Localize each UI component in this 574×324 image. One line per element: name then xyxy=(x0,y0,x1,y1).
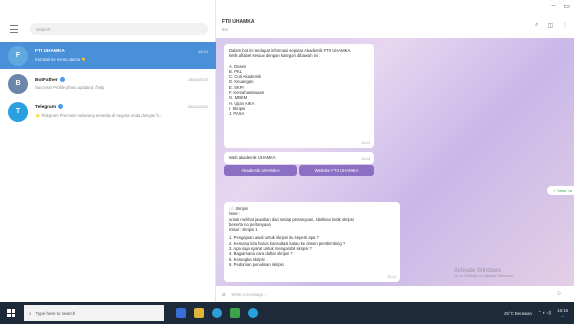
attach-icon[interactable]: ⌀ xyxy=(222,291,226,298)
tray-icons[interactable]: ⌃ ◐ ◁) xyxy=(538,310,551,316)
chat-header: FTII UHAMKA bot ⌕ ◫ ⋮ xyxy=(216,12,574,38)
verified-icon xyxy=(59,76,65,82)
avatar: F xyxy=(8,45,28,66)
intro-message: Dalam bot ini terdapat informasi seputar… xyxy=(224,44,374,148)
more-options-icon[interactable]: ⋮ xyxy=(562,22,568,29)
search-icon: ⌕ xyxy=(29,310,32,316)
edge-icon[interactable] xyxy=(212,308,222,318)
website-fti-button[interactable]: Website FTII UHAMKA xyxy=(299,165,374,176)
taskbar-search-input[interactable]: ⌕ Type here to search xyxy=(24,305,164,321)
message-line: J. PASA xyxy=(229,111,245,117)
emoji-icon[interactable]: ☺ xyxy=(556,291,562,297)
search-input[interactable]: Search xyxy=(30,23,208,35)
avatar: B xyxy=(8,73,28,94)
outgoing-message: ✓ hese, ur xyxy=(547,186,574,195)
message-time: 15:14 xyxy=(361,140,370,145)
chat-item-telegram[interactable]: T Telegram 28/12/2022 ⭐ Telegram Premium… xyxy=(0,98,216,125)
task-view-icon[interactable] xyxy=(176,308,186,318)
chat-text: FTI UHAMKA 15:14 Kembali ke menu utama 👇 xyxy=(35,49,208,63)
chat-subtitle: bot xyxy=(222,27,228,32)
skripsi-message: 📄 Skripsi Note : untuk melihat jawaban d… xyxy=(224,202,400,282)
chat-name-text: BotFather xyxy=(35,77,58,83)
message-time: 15:14 xyxy=(387,274,396,279)
message-input-bar: ⌀ Write a message... ☺ xyxy=(216,286,574,302)
chat-name-text: Telegram xyxy=(35,104,56,110)
sidebar-toggle-icon[interactable]: ◫ xyxy=(547,22,553,29)
message-input[interactable]: Write a message... xyxy=(232,292,556,297)
search-icon[interactable]: ⌕ xyxy=(535,22,538,29)
chat-preview: ⭐ Telegram Premium sekarang tersedia di … xyxy=(35,112,163,118)
message-area[interactable]: Dalam bot ini terdapat informasi seputar… xyxy=(216,38,574,286)
watermark-subtitle: Go to Settings to activate Windows. xyxy=(454,274,514,278)
chat-time: 28/12/2022 xyxy=(187,104,208,110)
message-time: 15:14 xyxy=(361,156,370,161)
chat-time: 28/04/2022 xyxy=(187,76,208,82)
hamburger-menu-icon[interactable] xyxy=(8,24,20,34)
chat-preview: Success! Profile photo updated. /help xyxy=(35,85,105,91)
chat-name: FTI UHAMKA xyxy=(35,48,65,54)
taskbar-search-placeholder: Type here to search xyxy=(35,310,76,316)
chat-item-fti-uhamka[interactable]: F FTI UHAMKA 15:14 Kembali ke menu utama… xyxy=(0,42,216,69)
chat-text: BotFather 28/04/2022 Success! Profile ph… xyxy=(35,76,208,91)
chat-name: BotFather xyxy=(35,76,65,83)
chat-item-botfather[interactable]: B BotFather 28/04/2022 Success! Profile … xyxy=(0,70,216,97)
avatar: T xyxy=(8,101,28,122)
taskbar-apps xyxy=(176,308,258,318)
sidebar-search-row: Search xyxy=(8,22,208,36)
activate-windows-watermark: Activate Windows Go to Settings to activ… xyxy=(454,268,514,278)
verified-icon xyxy=(57,104,63,110)
header-actions: ⌕ ◫ ⋮ xyxy=(535,22,568,29)
chat-sidebar: Search F FTI UHAMKA 15:14 Kembali ke men… xyxy=(0,0,216,302)
chat-text: Telegram 28/12/2022 ⭐ Telegram Premium s… xyxy=(35,104,208,119)
file-explorer-icon[interactable] xyxy=(194,308,204,318)
clock-date: ... xyxy=(560,313,565,318)
chrome-icon[interactable] xyxy=(230,308,240,318)
telegram-icon[interactable] xyxy=(248,308,258,318)
clock[interactable]: 15:15 ... xyxy=(557,308,568,318)
link-reply-message: Web akademik UHAMKA 15:14 xyxy=(224,152,374,164)
inline-keyboard: Akademik UHAMKA Website FTII UHAMKA xyxy=(224,165,374,176)
chat-name: Telegram xyxy=(35,104,63,110)
chat-time: 15:14 xyxy=(197,48,208,54)
chat-preview: Kembali ke menu utama 👇 xyxy=(35,56,87,62)
windows-taskbar: ⌕ Type here to search 25°C Berawan ⌃ ◐ ◁… xyxy=(0,302,574,324)
message-text: Web akademik UHAMKA xyxy=(229,155,276,160)
weather-text[interactable]: 25°C Berawan xyxy=(504,311,532,316)
windows-start-icon[interactable] xyxy=(0,302,22,324)
chat-panel: FTII UHAMKA bot ⌕ ◫ ⋮ Dalam bot ini terd… xyxy=(216,0,574,302)
system-tray: 25°C Berawan ⌃ ◐ ◁) 15:15 ... xyxy=(504,308,574,318)
message-line: 6. Pedoman penulisan skripsi xyxy=(229,261,284,267)
chat-title[interactable]: FTII UHAMKA xyxy=(222,19,568,25)
akademik-uhamka-button[interactable]: Akademik UHAMKA xyxy=(224,165,297,176)
